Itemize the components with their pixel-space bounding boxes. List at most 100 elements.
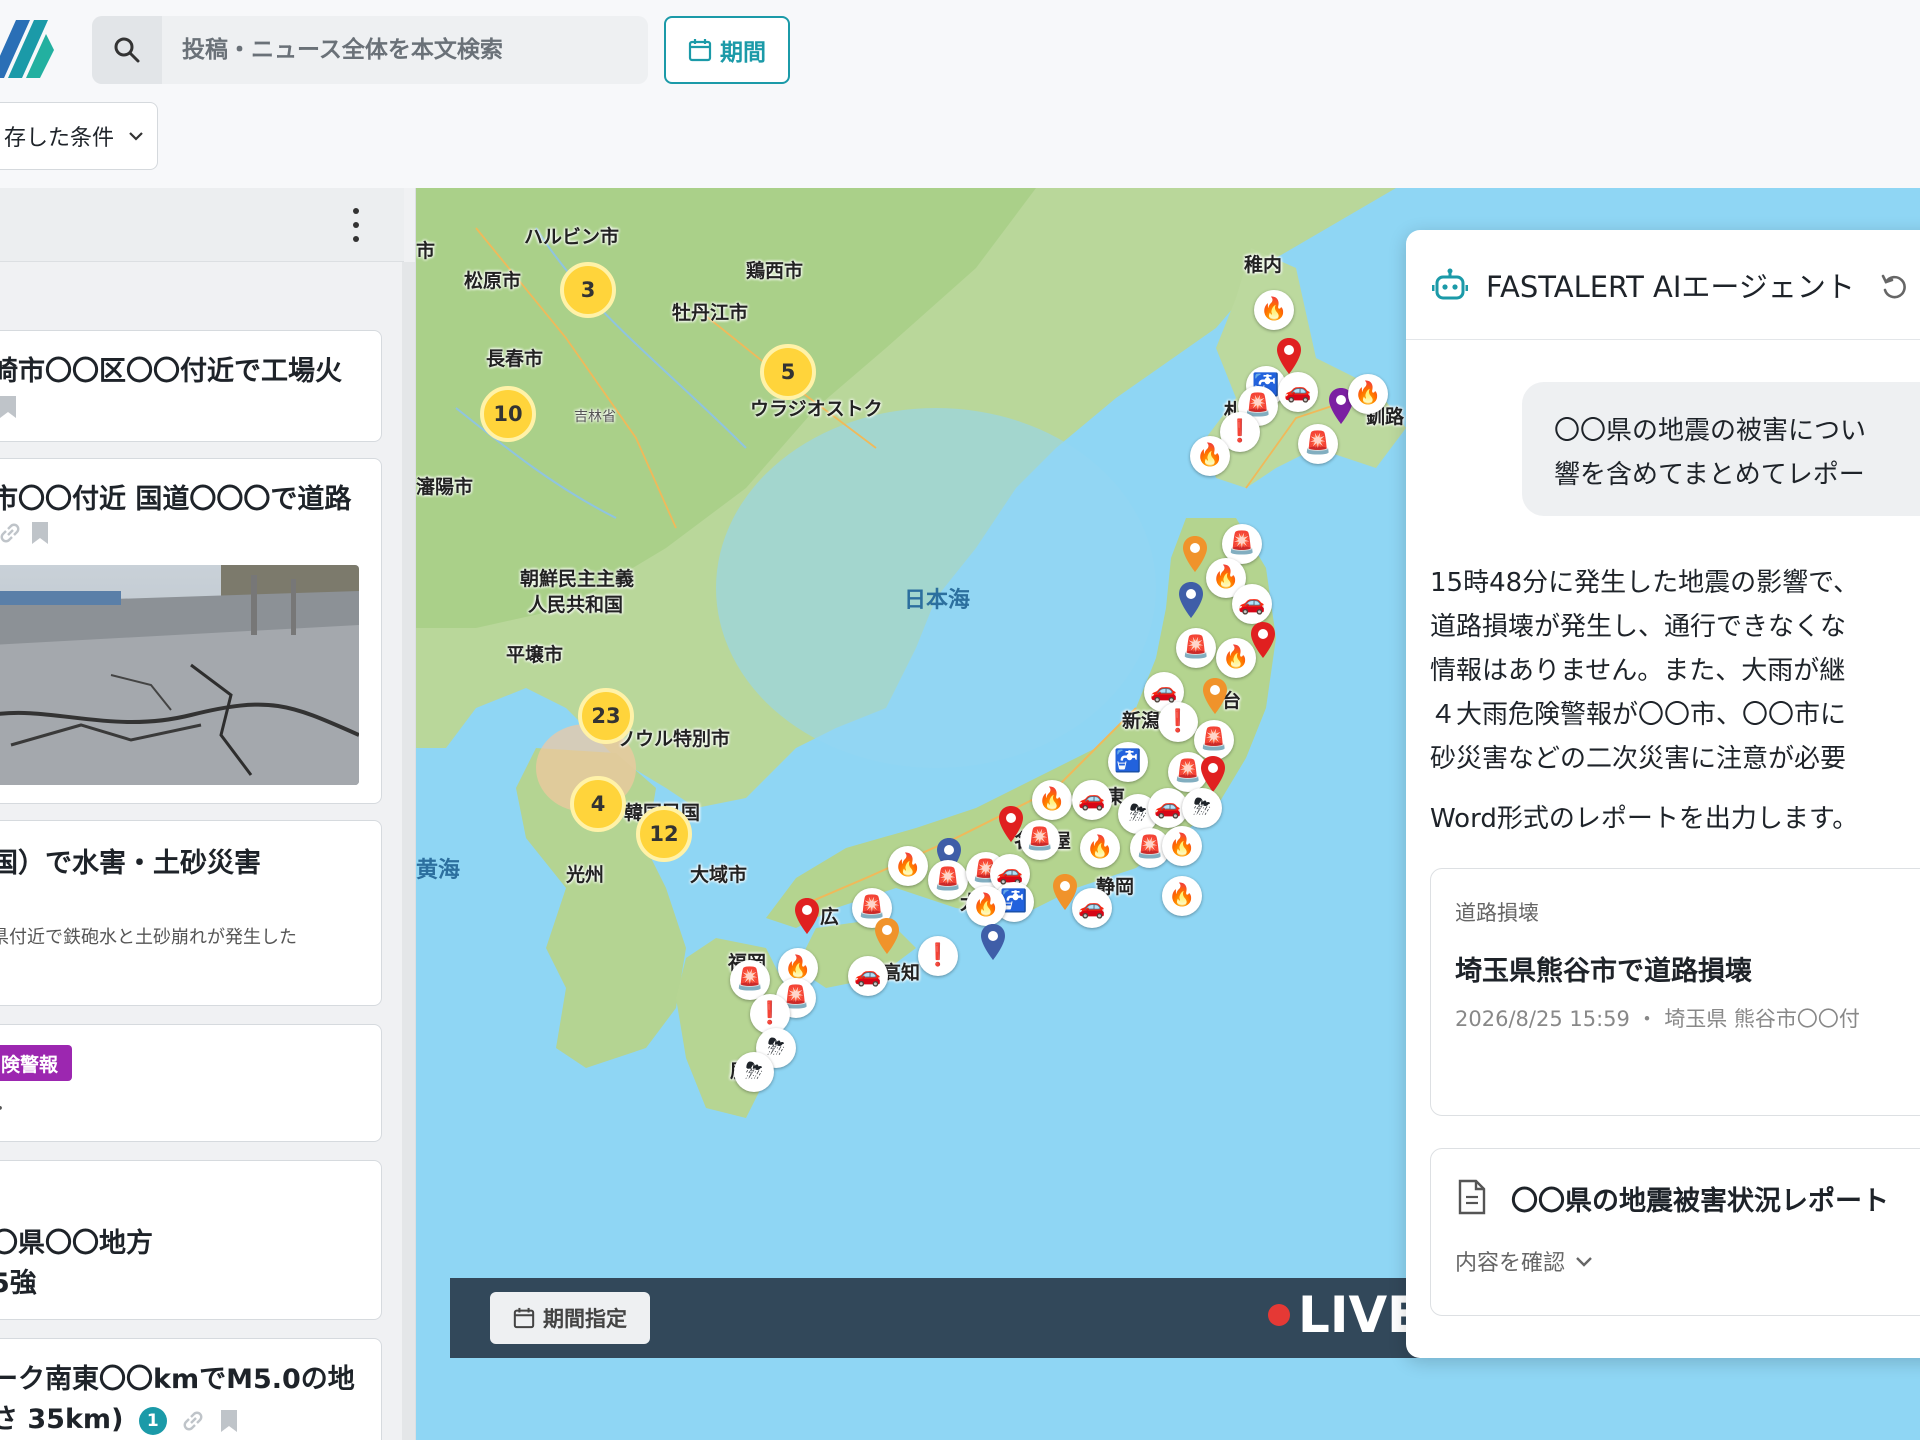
saved-conditions-dropdown[interactable]: 存した条件 [0, 102, 158, 170]
thunderstorm-icon[interactable]: ⛈ [734, 1052, 774, 1092]
map-label-jilin-province: 吉林省 [574, 409, 616, 425]
feed-card[interactable]: ーク南東〇〇kmでM5.0の地 さ 35km) 1 [0, 1338, 382, 1440]
alarm-icon[interactable]: 🚨 [928, 860, 968, 900]
fire-icon[interactable]: 🔥 [966, 886, 1006, 926]
link-icon[interactable] [182, 1409, 204, 1433]
location-pin-icon[interactable] [1200, 756, 1226, 792]
alert-exclamation-icon[interactable]: ❗ [1158, 702, 1198, 742]
location-pin-icon[interactable] [1276, 338, 1302, 374]
period-button[interactable]: 期間 [664, 16, 790, 84]
feed-scrollbar[interactable] [402, 262, 415, 1440]
map-label-seoul: ソウル特別市 [616, 728, 731, 750]
cluster-marker[interactable]: 4 [570, 776, 626, 832]
warning-tag: 険警報 [0, 1045, 73, 1081]
card-summary: 県付近で鉄砲水と土砂崩れが発生した [0, 927, 297, 948]
map-label-sea-of-japan: 日本海 [904, 588, 971, 613]
ai-answer-line: 道路損壊が発生し、通行できなくな [1430, 612, 1847, 642]
app-logo[interactable] [0, 20, 54, 78]
report-card[interactable]: 〇〇県の地震被害状況レポート 内容を確認 [1430, 1148, 1920, 1316]
top-header: 期間 存した条件 [0, 0, 1920, 170]
traffic-accident-icon[interactable]: 🚗 [1072, 780, 1112, 820]
period-specify-button[interactable]: 期間指定 [490, 1292, 650, 1344]
more-menu-icon[interactable] [348, 208, 364, 242]
traffic-accident-icon[interactable]: 🚗 [1072, 888, 1112, 928]
bookmark-icon[interactable] [31, 521, 49, 545]
location-pin-icon[interactable] [794, 898, 820, 934]
fire-icon[interactable]: 🔥 [1162, 826, 1202, 866]
fire-icon[interactable]: 🔥 [1216, 638, 1256, 678]
map-label-changchun: 長春市 [486, 348, 544, 370]
feed-card[interactable]: 険警報 ・ [0, 1024, 382, 1142]
feed-toolbar [0, 188, 404, 262]
card-title-line2: 5強 [0, 1268, 37, 1299]
chevron-down-icon [129, 132, 143, 141]
result-title: 埼玉県熊谷市で道路損壊 [1455, 956, 1752, 987]
news-feed: 崎市〇〇区〇〇付近で工場火 市〇〇付近 国道〇〇〇で道路 国）で水害・土砂災害 … [0, 188, 416, 1440]
live-label: LIVE [1298, 1286, 1422, 1344]
user-message-bubble: 〇〇県の地震の被害につい 響を含めてまとめてレポー [1522, 382, 1920, 516]
map-timeline-bar: 期間指定 LIVE [450, 1278, 1450, 1358]
fire-icon[interactable]: 🔥 [888, 846, 928, 886]
map-label-shenyang: 瀋陽市 [416, 476, 474, 498]
report-expand-toggle[interactable]: 内容を確認 [1455, 1245, 1593, 1277]
bookmark-icon[interactable] [220, 1409, 238, 1433]
fire-icon[interactable]: 🔥 [1254, 290, 1294, 330]
report-expand-label: 内容を確認 [1455, 1251, 1566, 1276]
ai-answer-line: 15時48分に発生した地震の影響で、 [1430, 568, 1860, 598]
cluster-marker[interactable]: 5 [760, 344, 816, 400]
cluster-marker[interactable]: 10 [480, 386, 536, 442]
water-leak-icon[interactable]: 🚰 [1108, 742, 1148, 782]
location-pin-icon[interactable] [980, 924, 1006, 960]
live-indicator[interactable]: LIVE [1268, 1286, 1421, 1344]
map-label-hiroshima: 広 [820, 906, 840, 928]
feed-card[interactable]: 崎市〇〇区〇〇付近で工場火 [0, 330, 382, 442]
user-message-line2: 響を含めてまとめてレポー [1554, 460, 1865, 490]
link-icon[interactable] [0, 521, 21, 545]
card-title: 〇県〇〇地方 [0, 1228, 153, 1259]
result-category: 道路損壊 [1455, 901, 1539, 925]
fire-icon[interactable]: 🔥 [1080, 828, 1120, 868]
search-button[interactable] [92, 16, 162, 84]
fire-icon[interactable]: 🔥 [1190, 436, 1230, 476]
search-input[interactable] [182, 16, 632, 84]
period-button-label: 期間 [720, 40, 766, 66]
ai-answer-tail: Word形式のレポートを出力します。 [1430, 804, 1859, 834]
traffic-accident-icon[interactable]: 🚗 [1232, 584, 1272, 624]
location-pin-icon[interactable] [1182, 536, 1208, 572]
feed-card[interactable]: 〇県〇〇地方 5強 [0, 1160, 382, 1320]
location-pin-icon[interactable] [1202, 678, 1228, 714]
alarm-icon[interactable]: 🚨 [1194, 720, 1234, 760]
map-label-harbin: ハルビン市 [524, 226, 620, 248]
feed-card[interactable]: 国）で水害・土砂災害 県付近で鉄砲水と土砂崩れが発生した [0, 820, 382, 1006]
damaged-road-photo [0, 565, 359, 785]
bookmark-icon[interactable] [0, 395, 17, 419]
cluster-marker[interactable]: 23 [578, 688, 634, 744]
location-pin-icon[interactable] [874, 918, 900, 954]
alarm-icon[interactable]: 🚨 [1176, 628, 1216, 668]
feed-card[interactable]: 市〇〇付近 国道〇〇〇で道路 [0, 458, 382, 804]
calendar-icon [688, 39, 712, 62]
traffic-accident-icon[interactable]: 🚗 [1278, 372, 1318, 412]
cluster-marker[interactable]: 3 [560, 262, 616, 318]
alarm-icon[interactable]: 🚨 [1298, 424, 1338, 464]
fire-icon[interactable]: 🔥 [1348, 374, 1388, 414]
thunderstorm-icon[interactable]: ⛈ [1182, 788, 1222, 828]
fire-icon[interactable]: 🔥 [1032, 780, 1072, 820]
fire-icon[interactable]: 🔥 [1162, 876, 1202, 916]
refresh-icon[interactable] [1880, 272, 1908, 300]
result-post-card[interactable]: 道路損壊 埼玉県熊谷市で道路損壊 2026/8/25 15:59 ・ 埼玉県 熊… [1430, 868, 1920, 1116]
traffic-accident-icon[interactable]: 🚗 [848, 956, 888, 996]
map-label-edge: 市 [416, 240, 436, 262]
user-message-line1: 〇〇県の地震の被害につい [1554, 416, 1867, 446]
alarm-icon[interactable]: 🚨 [1020, 820, 1060, 860]
alert-exclamation-icon[interactable]: ❗ [918, 936, 958, 976]
search-box [92, 16, 648, 84]
map-label-dprk-line1: 朝鮮民主主義 [520, 568, 635, 590]
result-meta: 2026/8/25 15:59 ・ 埼玉県 熊谷市〇〇付 [1455, 1007, 1860, 1031]
period-specify-label: 期間指定 [543, 1307, 627, 1331]
ai-agent-panel: FASTALERT AIエージェント 〇〇県の地震の被害につい 響を含めてまとめ… [1406, 230, 1920, 1358]
location-pin-icon[interactable] [1178, 582, 1204, 618]
chevron-down-icon [1576, 1257, 1592, 1267]
cluster-marker[interactable]: 12 [636, 806, 692, 862]
ai-answer-line: ４大雨危険警報が〇〇市、〇〇市に [1430, 700, 1847, 730]
